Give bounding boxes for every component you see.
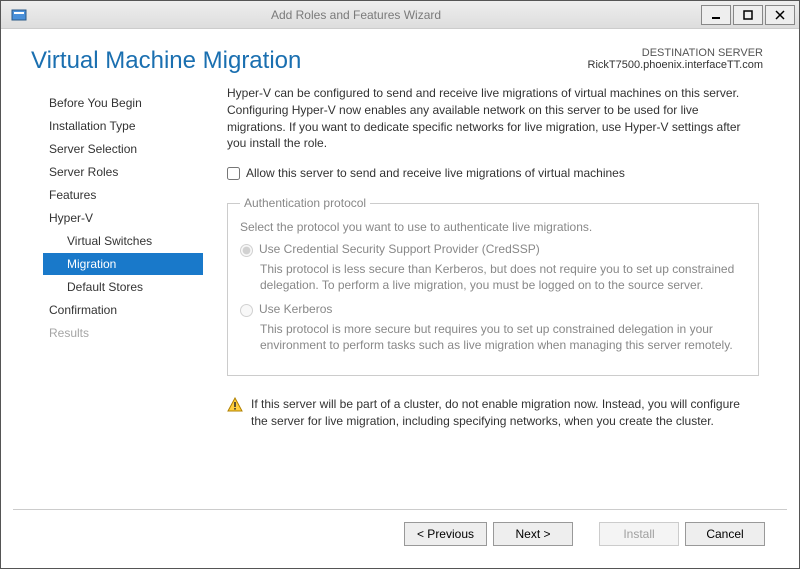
allow-migrations-label[interactable]: Allow this server to send and receive li… [246,166,625,180]
radio-kerberos-label[interactable]: Use Kerberos [259,302,332,316]
description-text: Hyper-V can be configured to send and re… [227,85,759,152]
maximize-button[interactable] [733,5,763,25]
window-title: Add Roles and Features Wizard [33,8,699,22]
sidebar-item-installation-type[interactable]: Installation Type [43,115,203,137]
previous-button[interactable]: < Previous [404,522,487,546]
minimize-button[interactable] [701,5,731,25]
warning-icon [227,397,243,413]
sidebar-item-virtual-switches[interactable]: Virtual Switches [43,230,203,252]
sidebar-item-server-roles[interactable]: Server Roles [43,161,203,183]
sidebar-item-hyper-v[interactable]: Hyper-V [43,207,203,229]
radio-kerberos-description: This protocol is more secure but require… [260,321,746,353]
wizard-footer: < Previous Next > Install Cancel [13,509,787,560]
sidebar-item-results: Results [43,322,203,344]
auth-description: Select the protocol you want to use to a… [240,220,746,234]
app-icon [11,7,27,23]
titlebar: Add Roles and Features Wizard [1,1,799,29]
install-button: Install [599,522,679,546]
auth-legend: Authentication protocol [240,196,370,210]
destination-value: RickT7500.phoenix.interfaceTT.com [588,59,763,71]
close-button[interactable] [765,5,795,25]
sidebar-item-before-you-begin[interactable]: Before You Begin [43,92,203,114]
sidebar-item-confirmation[interactable]: Confirmation [43,299,203,321]
auth-protocol-group: Authentication protocol Select the proto… [227,196,759,376]
content-area: Virtual Machine Migration DESTINATION SE… [1,29,799,568]
radio-kerberos[interactable] [240,304,253,317]
cancel-button[interactable]: Cancel [685,522,765,546]
destination-server-box: DESTINATION SERVER RickT7500.phoenix.int… [588,47,763,71]
page-title: Virtual Machine Migration [31,47,301,75]
radio-credssp-description: This protocol is less secure than Kerber… [260,261,746,293]
destination-label: DESTINATION SERVER [588,47,763,59]
sidebar-item-migration[interactable]: Migration [43,253,203,275]
radio-credssp[interactable] [240,244,253,257]
sidebar-item-features[interactable]: Features [43,184,203,206]
sidebar-item-default-stores[interactable]: Default Stores [43,276,203,298]
main-panel: Hyper-V can be configured to send and re… [203,85,767,509]
warning-text: If this server will be part of a cluster… [251,396,759,430]
wizard-window: Add Roles and Features Wizard Virtual Ma… [0,0,800,569]
wizard-sidebar: Before You Begin Installation Type Serve… [13,85,203,509]
next-button[interactable]: Next > [493,522,573,546]
radio-credssp-label[interactable]: Use Credential Security Support Provider… [259,242,540,256]
allow-migrations-checkbox[interactable] [227,167,240,180]
sidebar-item-server-selection[interactable]: Server Selection [43,138,203,160]
